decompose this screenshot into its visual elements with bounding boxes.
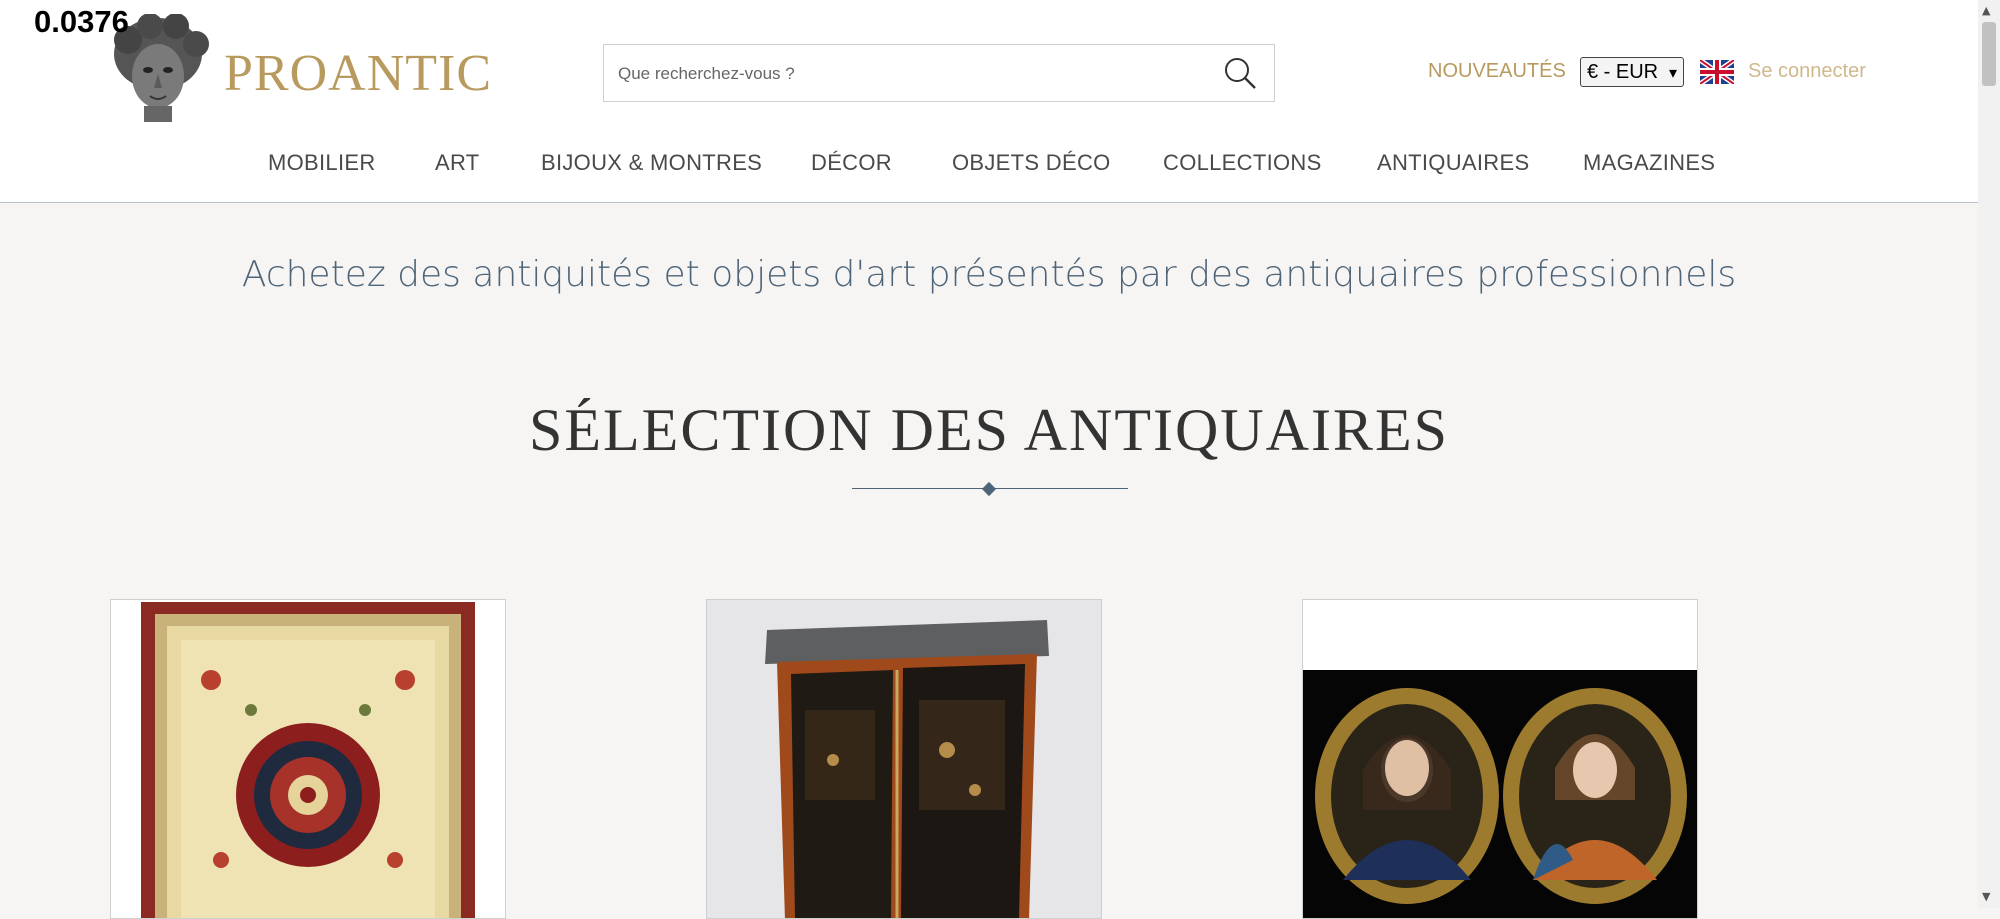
nav-item-bijoux-montres[interactable]: BIJOUX & MONTRES xyxy=(541,150,762,176)
search-input[interactable] xyxy=(616,57,1200,91)
search-icon[interactable] xyxy=(1222,55,1258,91)
product-card-portraits[interactable] xyxy=(1302,599,1698,919)
currency-select[interactable]: € - EUR ▾ xyxy=(1580,57,1684,87)
login-link[interactable]: Se connecter xyxy=(1748,60,1866,83)
uk-flag-icon[interactable] xyxy=(1700,60,1734,84)
scroll-up-arrow-icon[interactable]: ▲ xyxy=(1982,4,1990,17)
rug-image[interactable] xyxy=(111,600,506,919)
nav-item-magazines[interactable]: MAGAZINES xyxy=(1583,150,1715,176)
site-header: PROANTIC NOUVEAUTÉS € - EUR ▾ Se connect… xyxy=(0,0,1978,203)
nav-item-mobilier[interactable]: MOBILIER xyxy=(268,150,376,176)
nav-item-antiquaires[interactable]: ANTIQUAIRES xyxy=(1377,150,1529,176)
scroll-down-arrow-icon[interactable]: ▼ xyxy=(1982,890,1990,903)
nav-item-collections[interactable]: COLLECTIONS xyxy=(1163,150,1322,176)
nav-item-decor[interactable]: DÉCOR xyxy=(811,150,892,176)
main-nav: MOBILIER ART BIJOUX & MONTRES DÉCOR OBJE… xyxy=(0,146,1978,186)
tagline: Achetez des antiquités et objets d'art p… xyxy=(241,254,1737,295)
chevron-down-icon: ▾ xyxy=(1668,65,1677,82)
title-divider-diamond xyxy=(981,481,997,497)
product-card-rug[interactable] xyxy=(110,599,506,919)
currency-value: € - EUR xyxy=(1587,61,1659,83)
scrollbar[interactable] xyxy=(1978,0,2000,908)
search-box xyxy=(603,44,1275,102)
nav-item-objets-deco[interactable]: OBJETS DÉCO xyxy=(952,150,1111,176)
nav-item-art[interactable]: ART xyxy=(435,150,480,176)
overlay-number: 0.0376 xyxy=(34,4,129,39)
cabinet-image[interactable] xyxy=(707,600,1102,919)
nouveautes-link[interactable]: NOUVEAUTÉS xyxy=(1428,60,1566,83)
section-title: SÉLECTION DES ANTIQUAIRES xyxy=(529,397,1449,463)
product-card-cabinet[interactable] xyxy=(706,599,1102,919)
brand-name[interactable]: PROANTIC xyxy=(224,44,492,103)
scrollbar-thumb[interactable] xyxy=(1982,22,1996,86)
portraits-image[interactable] xyxy=(1303,600,1698,919)
